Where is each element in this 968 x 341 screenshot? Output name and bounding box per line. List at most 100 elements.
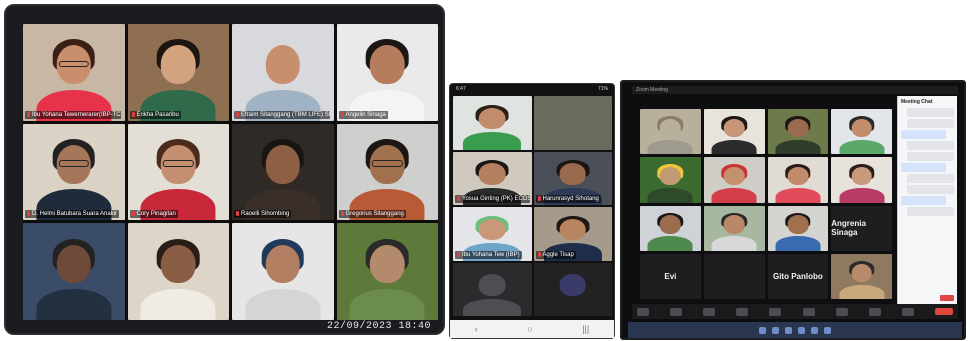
search-icon[interactable] — [772, 326, 779, 334]
camera-icon[interactable] — [670, 307, 683, 316]
participant-video-tile[interactable]: Erikha Pasaribu — [127, 24, 229, 121]
chat-message — [907, 119, 954, 128]
mic-muted-icon — [457, 196, 460, 201]
mic-icon[interactable] — [637, 307, 649, 316]
participant-name: Harunrasyd Sihotang — [542, 196, 599, 202]
participant-video-tile[interactable]: Efraim Sitanggang (TBM LIFE) SDGp — [232, 24, 334, 121]
mic-muted-icon — [27, 111, 30, 117]
participant-head — [265, 144, 300, 184]
participant-glasses — [58, 60, 89, 68]
phone-status-bar: 6:47 71% — [450, 84, 614, 94]
participant-video-tile[interactable] — [703, 253, 765, 299]
participant-video-tile[interactable] — [533, 262, 612, 316]
participant-video-tile[interactable] — [640, 205, 701, 251]
participant-video-tile[interactable] — [453, 262, 532, 316]
participant-name-tile[interactable]: Evi — [640, 253, 701, 299]
participant-video-tile[interactable] — [703, 205, 765, 251]
participant-video-tile[interactable]: Cory Pinagitan — [127, 123, 229, 221]
participant-video-tile[interactable]: Yosua Ginting (PK) ECOSSp — [453, 151, 532, 205]
participant-head — [660, 167, 681, 186]
participant-video-tile[interactable]: Angelin Sinaga — [336, 24, 438, 121]
chat-message — [907, 185, 954, 194]
recents-icon[interactable]: ||| — [582, 324, 589, 334]
participant-head — [265, 244, 300, 284]
participant-body — [140, 289, 216, 320]
participant-video-tile[interactable]: Ibu Yohana Tew (IBP) — [453, 207, 532, 261]
participant-video-tile[interactable]: D. Helmi Batubara Suara Anakir — [23, 123, 125, 221]
participant-body — [647, 236, 693, 251]
participant-video-tile[interactable] — [232, 223, 334, 320]
back-icon[interactable]: ‹ — [475, 324, 478, 334]
participant-body — [463, 132, 522, 150]
participant-video-tile[interactable] — [703, 157, 765, 203]
participant-video-tile[interactable] — [831, 157, 892, 203]
participant-head — [723, 167, 745, 186]
participant-body — [839, 284, 885, 299]
mic-muted-icon — [340, 211, 344, 217]
participant-head — [559, 107, 587, 130]
participant-video-tile[interactable] — [640, 109, 701, 155]
participant-name-label: Efraim Sitanggang (TBM LIFE) SDGp — [234, 110, 331, 119]
chat-message — [907, 108, 954, 117]
participant-name-tile[interactable]: Angrenia Sinaga — [831, 205, 892, 251]
participant-video-tile[interactable] — [831, 253, 892, 299]
start-icon[interactable] — [759, 326, 766, 334]
participant-body — [839, 139, 885, 155]
participant-name-label: Aggle Tisap — [535, 250, 576, 259]
participant-video-tile[interactable] — [453, 96, 532, 150]
apps-icon[interactable] — [901, 307, 914, 316]
participant-video-tile[interactable]: Aggle Tisap — [533, 207, 612, 261]
participant-body — [36, 289, 112, 320]
participant-name-label: Cory Pinagitan — [129, 210, 178, 219]
tablet-video-grid: Ibu Yohana Tewernerarer(IBP-TCOSSp) Erikh… — [23, 24, 438, 320]
participant-head — [723, 263, 745, 282]
participant-body — [711, 188, 757, 203]
share-screen-icon[interactable] — [802, 307, 815, 316]
participant-head — [660, 215, 681, 234]
participant-video-tile[interactable]: Ibu Yohana Tewernerarer(IBP-TCOSSp) — [23, 24, 125, 121]
participant-glasses — [372, 160, 403, 168]
record-icon[interactable] — [835, 307, 848, 316]
mail-icon[interactable] — [824, 326, 831, 334]
participant-video-tile[interactable] — [336, 223, 438, 320]
participant-head — [56, 244, 91, 284]
participant-name-tile[interactable]: Gito Panlobo — [767, 253, 829, 299]
participant-video-tile[interactable] — [23, 223, 125, 320]
participant-video-tile[interactable] — [767, 205, 829, 251]
participant-video-tile[interactable] — [533, 96, 612, 150]
participant-video-tile[interactable] — [640, 157, 701, 203]
participant-name: Erikha Pasaribu — [136, 111, 179, 118]
browser-icon[interactable] — [798, 326, 805, 334]
participant-head — [723, 215, 745, 234]
participant-head — [787, 215, 809, 234]
security-icon[interactable] — [703, 307, 716, 316]
mic-muted-icon — [236, 211, 239, 217]
tablet-device: Ibu Yohana Tewernerarer(IBP-TCOSSp) Erikh… — [4, 4, 445, 335]
chat-message — [901, 130, 946, 139]
mic-muted-icon — [537, 251, 541, 257]
phone-status-battery: 71% — [597, 86, 608, 92]
participant-video-tile[interactable]: Gregorius Sitanggang — [336, 123, 438, 221]
participant-video-tile[interactable]: Raoelli Sihombing — [232, 123, 334, 221]
end-meeting-button[interactable] — [934, 308, 953, 315]
reactions-icon[interactable] — [868, 307, 881, 316]
participants-icon[interactable] — [736, 307, 749, 316]
home-icon[interactable]: ○ — [527, 324, 532, 334]
chat-send-button[interactable] — [940, 295, 954, 301]
zoom-app-icon[interactable] — [811, 326, 818, 334]
participant-video-tile[interactable] — [127, 223, 229, 320]
participant-video-tile[interactable] — [767, 109, 829, 155]
mic-muted-icon — [340, 111, 344, 117]
chat-icon[interactable] — [769, 307, 782, 316]
participant-video-tile[interactable]: Harunrasyd Sihotang — [533, 151, 612, 205]
participant-head — [851, 263, 872, 282]
participant-name-label: D. Helmi Batubara Suara Anakir — [25, 210, 120, 219]
participant-name: Gregorius Sitanggang — [345, 211, 404, 218]
participant-video-tile[interactable] — [767, 157, 829, 203]
participant-video-tile[interactable] — [831, 109, 892, 155]
chat-title: Meeting Chat — [901, 99, 933, 105]
folder-icon[interactable] — [785, 326, 792, 334]
participant-video-tile[interactable] — [703, 109, 765, 155]
chat-message — [907, 174, 954, 183]
phone-status-time: 6:47 — [456, 86, 466, 92]
